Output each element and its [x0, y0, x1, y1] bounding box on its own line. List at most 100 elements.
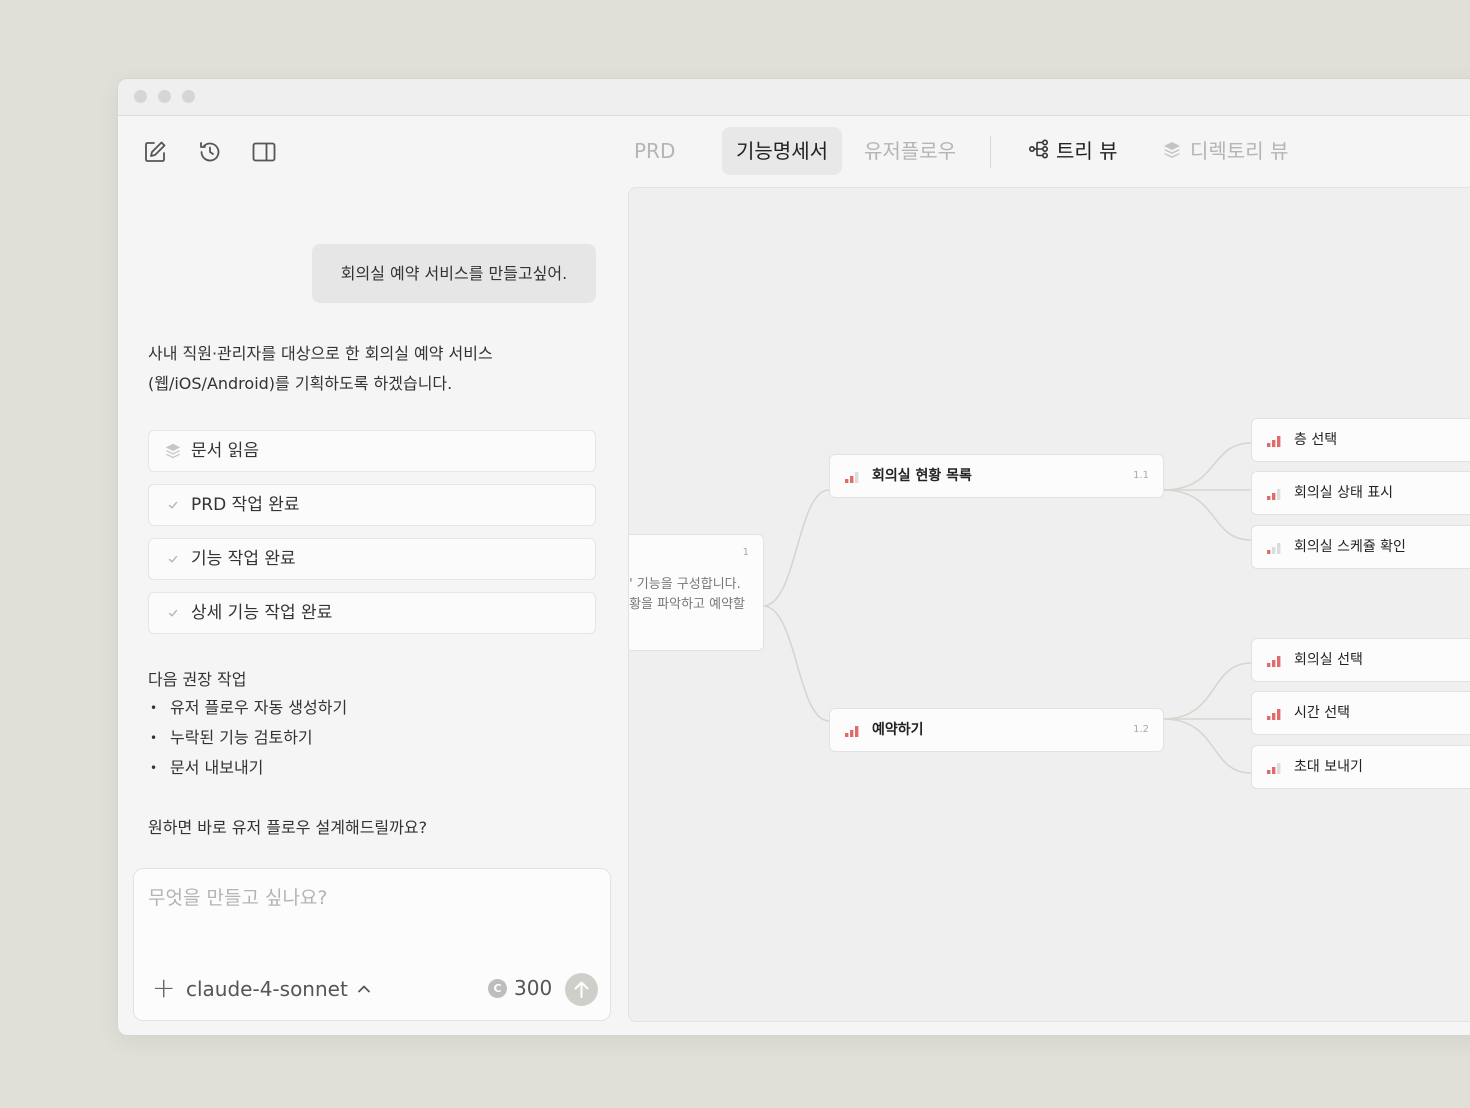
tree-icon	[1028, 129, 1050, 177]
sidebar-toggle-icon[interactable]	[251, 139, 277, 165]
title-bar	[118, 79, 1470, 116]
task-label: 문서 읽음	[191, 441, 259, 461]
priority-icon	[1266, 540, 1282, 559]
send-button[interactable]	[565, 973, 598, 1006]
task-label: 기능 작업 완료	[191, 549, 296, 569]
connector-node-2-to-leaf-3	[1162, 718, 1252, 774]
priority-bar	[1267, 716, 1271, 720]
priority-bar	[1277, 489, 1281, 500]
node-description-line: 황을 파악하고 예약할	[629, 597, 745, 612]
priority-icon	[1266, 706, 1282, 725]
priority-bar	[1272, 767, 1276, 774]
task-row-prd-done[interactable]: PRD 작업 완료	[148, 484, 596, 526]
tree-canvas[interactable]: 1 ' 기능을 구성합니다. 황을 파악하고 예약할 회의실 현황 목록 1.1…	[628, 187, 1470, 1022]
priority-bar	[1272, 713, 1276, 720]
priority-bar	[845, 733, 849, 737]
priority-bar	[1272, 440, 1276, 447]
priority-bar	[1272, 660, 1276, 667]
user-message-bubble: 회의실 예약 서비스를 만들고싶어.	[312, 244, 596, 303]
priority-bar	[1277, 656, 1281, 667]
history-icon[interactable]	[197, 139, 223, 165]
tab-feature-spec[interactable]: 기능명세서	[722, 127, 842, 175]
tree-leaf-node[interactable]: 초대 보내기	[1251, 745, 1470, 789]
add-attachment-icon[interactable]: +	[152, 974, 175, 1002]
tree-root-node[interactable]: 1 ' 기능을 구성합니다. 황을 파악하고 예약할	[629, 534, 764, 651]
priority-bar	[850, 730, 854, 737]
priority-icon	[844, 469, 860, 488]
task-row-feature-done[interactable]: 기능 작업 완료	[148, 538, 596, 580]
priority-bar	[1277, 543, 1281, 554]
model-selector[interactable]: claude-4-sonnet	[186, 977, 348, 1001]
connector-node-1-to-leaf-1	[1162, 442, 1252, 491]
node-label: 층 선택	[1294, 432, 1338, 448]
tree-node[interactable]: 예약하기 1.2	[829, 708, 1164, 752]
priority-icon	[1266, 433, 1282, 452]
priority-bar	[1267, 550, 1271, 554]
tree-leaf-node[interactable]: 회의실 상태 표시	[1251, 471, 1470, 515]
node-label: 회의실 스케쥴 확인	[1294, 539, 1406, 555]
priority-bar	[855, 726, 859, 737]
layers-icon	[1162, 129, 1182, 177]
task-row-read-document[interactable]: 문서 읽음	[148, 430, 596, 472]
priority-bar	[1272, 547, 1276, 554]
priority-bar	[1277, 763, 1281, 774]
task-label: 상세 기능 작업 완료	[191, 603, 333, 623]
assistant-message: 사내 직원·관리자를 대상으로 한 회의실 예약 서비스 (웹/iOS/Andr…	[148, 339, 588, 399]
recommendation-item: 문서 내보내기	[148, 753, 347, 783]
credit-count: 300	[514, 976, 553, 1000]
recommendations-list: 유저 플로우 자동 생성하기 누락된 기능 검토하기 문서 내보내기	[148, 693, 347, 783]
priority-icon	[1266, 486, 1282, 505]
tree-leaf-node[interactable]: 시간 선택	[1251, 691, 1470, 735]
tab-divider	[990, 136, 991, 168]
tree-leaf-node[interactable]: 회의실 스케쥴 확인	[1251, 525, 1470, 569]
minimize-window-dot[interactable]	[158, 90, 171, 103]
close-window-dot[interactable]	[134, 90, 147, 103]
node-label: 초대 보내기	[1294, 759, 1363, 775]
arrow-up-icon	[574, 981, 589, 998]
tab-prd[interactable]: PRD	[634, 127, 675, 175]
layers-icon	[163, 431, 183, 471]
connector-root-to-node-1	[762, 489, 830, 607]
node-number: 1	[742, 547, 749, 558]
node-label: 예약하기	[872, 722, 924, 738]
node-number: 1.2	[1133, 724, 1149, 735]
priority-bar	[1277, 436, 1281, 447]
node-label: 시간 선택	[1294, 705, 1350, 721]
app-window: PRD 기능명세서 유저플로우 트리 뷰 디렉토리 뷰 회의실 예약 서비스를 …	[117, 78, 1470, 1036]
priority-icon	[1266, 653, 1282, 672]
priority-bar	[1267, 663, 1271, 667]
tree-view-button[interactable]: 트리 뷰	[1028, 127, 1118, 175]
new-document-icon[interactable]	[142, 139, 168, 165]
task-label: PRD 작업 완료	[191, 495, 300, 515]
directory-view-label: 디렉토리 뷰	[1190, 139, 1289, 163]
priority-bar	[1267, 443, 1271, 447]
task-row-detail-feature-done[interactable]: 상세 기능 작업 완료	[148, 592, 596, 634]
connector-node-2-to-leaf-1	[1162, 662, 1252, 720]
node-label: 회의실 상태 표시	[1294, 485, 1394, 501]
check-icon	[163, 593, 183, 633]
priority-bar	[855, 472, 859, 483]
tree-leaf-node[interactable]: 회의실 선택	[1251, 638, 1470, 682]
check-icon	[163, 539, 183, 579]
credit-icon: C	[488, 979, 507, 998]
priority-icon	[844, 723, 860, 742]
chevron-up-icon[interactable]	[356, 981, 372, 1001]
recommendation-item: 누락된 기능 검토하기	[148, 723, 347, 753]
node-label: 회의실 선택	[1294, 652, 1363, 668]
directory-view-button[interactable]: 디렉토리 뷰	[1162, 127, 1288, 175]
recommendations-title: 다음 권장 작업	[148, 670, 247, 689]
assistant-message-line: 사내 직원·관리자를 대상으로 한 회의실 예약 서비스	[148, 344, 493, 363]
tree-node[interactable]: 회의실 현황 목록 1.1	[829, 454, 1164, 498]
prompt-input[interactable]: 무엇을 만들고 싶나요?	[148, 883, 327, 910]
priority-bar	[1267, 770, 1271, 774]
tab-user-flow[interactable]: 유저플로우	[864, 127, 956, 175]
priority-bar	[850, 476, 854, 483]
node-description: ' 기능을 구성합니다. 황을 파악하고 예약할	[629, 575, 745, 615]
tree-view-label: 트리 뷰	[1056, 139, 1118, 163]
priority-bar	[1267, 496, 1271, 500]
priority-bar	[1272, 493, 1276, 500]
maximize-window-dot[interactable]	[182, 90, 195, 103]
node-description-line: ' 기능을 구성합니다.	[629, 577, 741, 592]
tree-leaf-node[interactable]: 층 선택	[1251, 418, 1470, 462]
follow-up-question: 원하면 바로 유저 플로우 설계해드릴까요?	[148, 818, 428, 837]
